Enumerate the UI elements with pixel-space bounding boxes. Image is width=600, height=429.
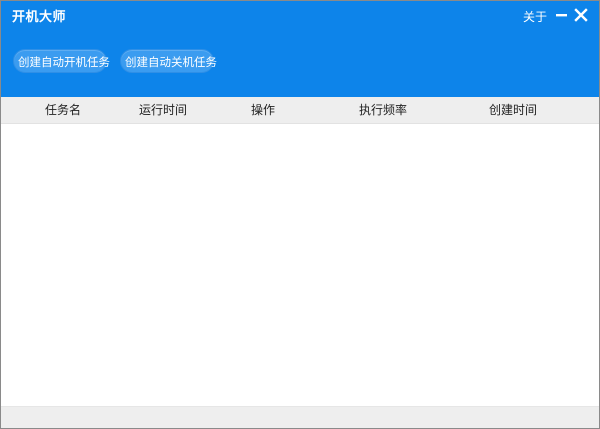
create-startup-task-button[interactable]: 创建自动开机任务: [13, 49, 110, 73]
minimize-icon: [556, 14, 567, 17]
app-window: 开机大师 关于 创建自动开机任务 创建自动关机任务 任务名 运行时间 操作 执行…: [0, 0, 600, 429]
status-bar: [1, 406, 599, 428]
column-header-run-time[interactable]: 运行时间: [113, 97, 213, 123]
close-button[interactable]: [573, 7, 589, 23]
task-list: [1, 124, 599, 406]
task-table-header: 任务名 运行时间 操作 执行频率 创建时间: [1, 97, 599, 124]
column-header-frequency[interactable]: 执行频率: [333, 97, 433, 123]
minimize-button[interactable]: [554, 7, 570, 23]
column-header-created-time[interactable]: 创建时间: [463, 97, 563, 123]
create-shutdown-task-button[interactable]: 创建自动关机任务: [120, 49, 217, 73]
column-header-operation[interactable]: 操作: [213, 97, 313, 123]
close-icon: [574, 8, 588, 22]
about-link[interactable]: 关于: [523, 9, 547, 25]
column-header-task-name[interactable]: 任务名: [13, 97, 113, 123]
app-title: 开机大师: [12, 10, 67, 25]
title-bar: 开机大师 关于 创建自动开机任务 创建自动关机任务: [1, 1, 599, 97]
